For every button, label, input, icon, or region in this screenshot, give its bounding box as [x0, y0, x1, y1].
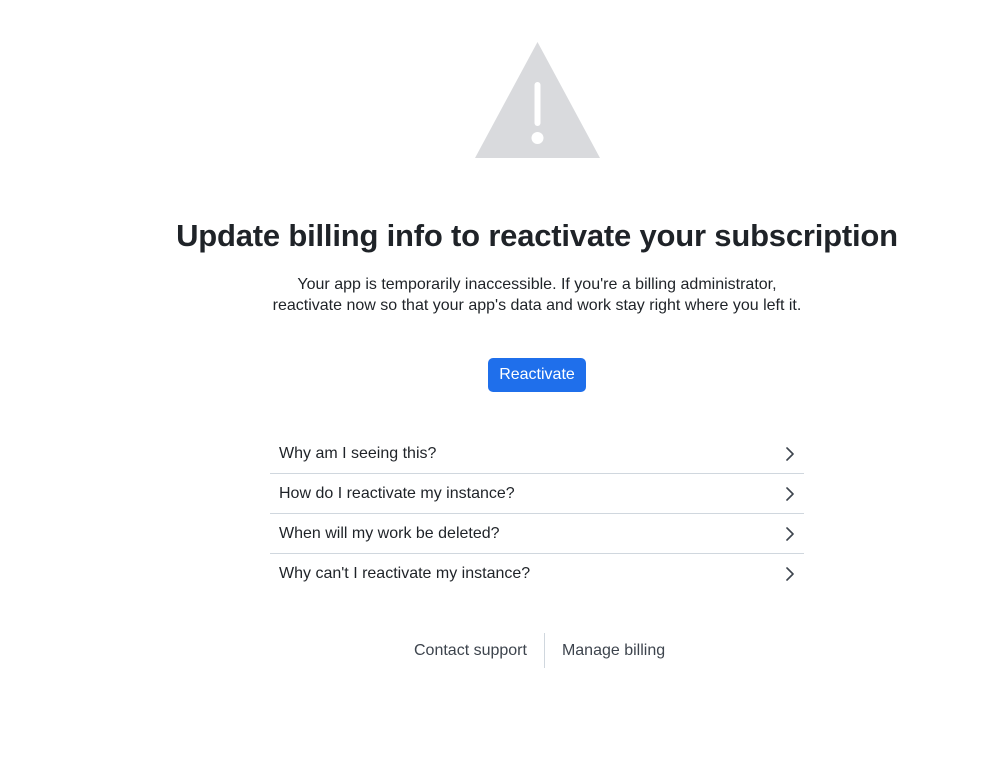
- faq-item-label: Why am I seeing this?: [279, 444, 437, 462]
- chevron-right-icon: [785, 446, 795, 461]
- chevron-right-icon: [785, 486, 795, 501]
- manage-billing-link[interactable]: Manage billing: [545, 642, 682, 660]
- footer-links: Contact support Manage billing: [397, 633, 682, 668]
- faq-item-when-deleted[interactable]: When will my work be deleted?: [270, 514, 804, 554]
- chevron-right-icon: [785, 526, 795, 541]
- reactivation-page: Update billing info to reactivate your s…: [0, 0, 999, 771]
- faq-item-label: When will my work be deleted?: [279, 524, 500, 542]
- subtitle-line-1: Your app is temporarily inaccessible. If…: [297, 276, 777, 293]
- contact-support-link[interactable]: Contact support: [397, 642, 544, 660]
- page-subtitle: Your app is temporarily inaccessible. If…: [237, 274, 837, 316]
- faq-item-how-reactivate[interactable]: How do I reactivate my instance?: [270, 474, 804, 514]
- faq-item-cant-reactivate[interactable]: Why can't I reactivate my instance?: [270, 554, 804, 593]
- subtitle-line-2: reactivate now so that your app's data a…: [272, 297, 802, 314]
- chevron-right-icon: [785, 566, 795, 581]
- faq-item-label: Why can't I reactivate my instance?: [279, 564, 531, 582]
- faq-item-why-seeing[interactable]: Why am I seeing this?: [270, 434, 804, 474]
- page-title: Update billing info to reactivate your s…: [176, 218, 898, 253]
- warning-triangle-icon: [475, 42, 600, 158]
- faq-item-label: How do I reactivate my instance?: [279, 484, 515, 502]
- reactivate-button[interactable]: Reactivate: [488, 358, 586, 392]
- faq-list: Why am I seeing this? How do I reactivat…: [270, 434, 804, 593]
